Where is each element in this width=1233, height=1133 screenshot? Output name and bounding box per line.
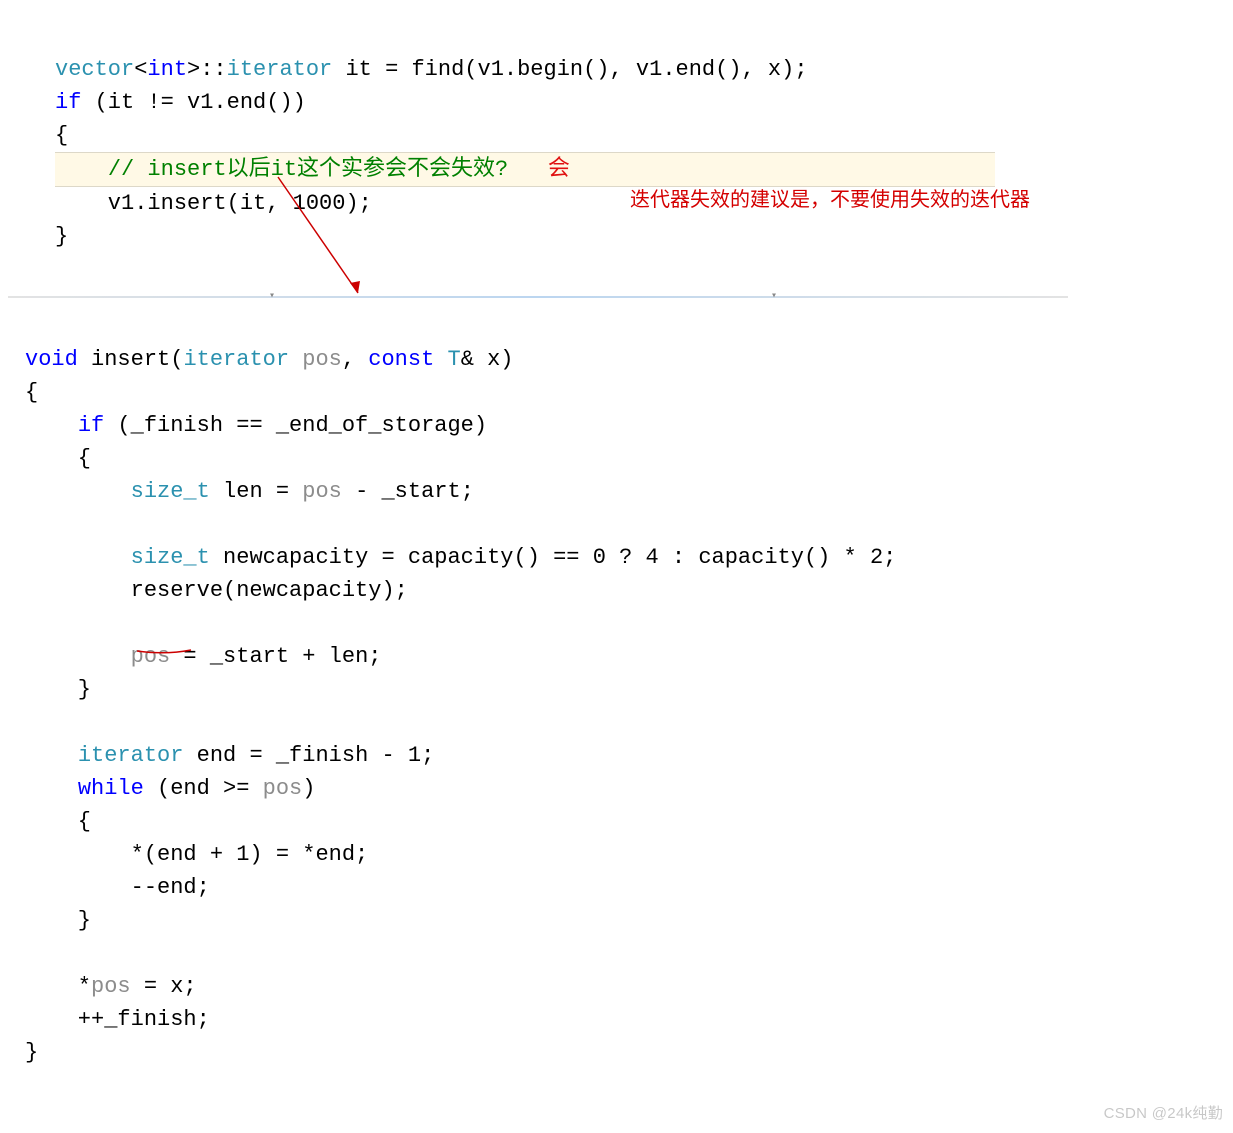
kw-if: if (55, 90, 81, 115)
code-top: vector<int>::iterator it = find(v1.begin… (0, 0, 1233, 253)
annotation-text: 迭代器失效的建议是，不要使用失效的迭代器 (630, 185, 1030, 215)
param-pos: pos (302, 347, 342, 372)
t-vector: vector (55, 57, 134, 82)
kw-void: void (25, 347, 78, 372)
answer: 会 (548, 157, 570, 182)
comment: // insert以后it这个实参会不会失效? (108, 157, 508, 182)
watermark: CSDN @24k纯勤 (1104, 1103, 1223, 1126)
highlight-line: // insert以后it这个实参会不会失效? 会 (55, 152, 995, 187)
tick-mark: ▾ (771, 289, 777, 304)
tick-mark: ▾ (269, 289, 275, 304)
code-bottom: void insert(iterator pos, const T& x) { … (0, 304, 896, 1069)
t-iterator: iterator (227, 57, 333, 82)
t-int: int (147, 57, 187, 82)
separator (8, 296, 1068, 298)
